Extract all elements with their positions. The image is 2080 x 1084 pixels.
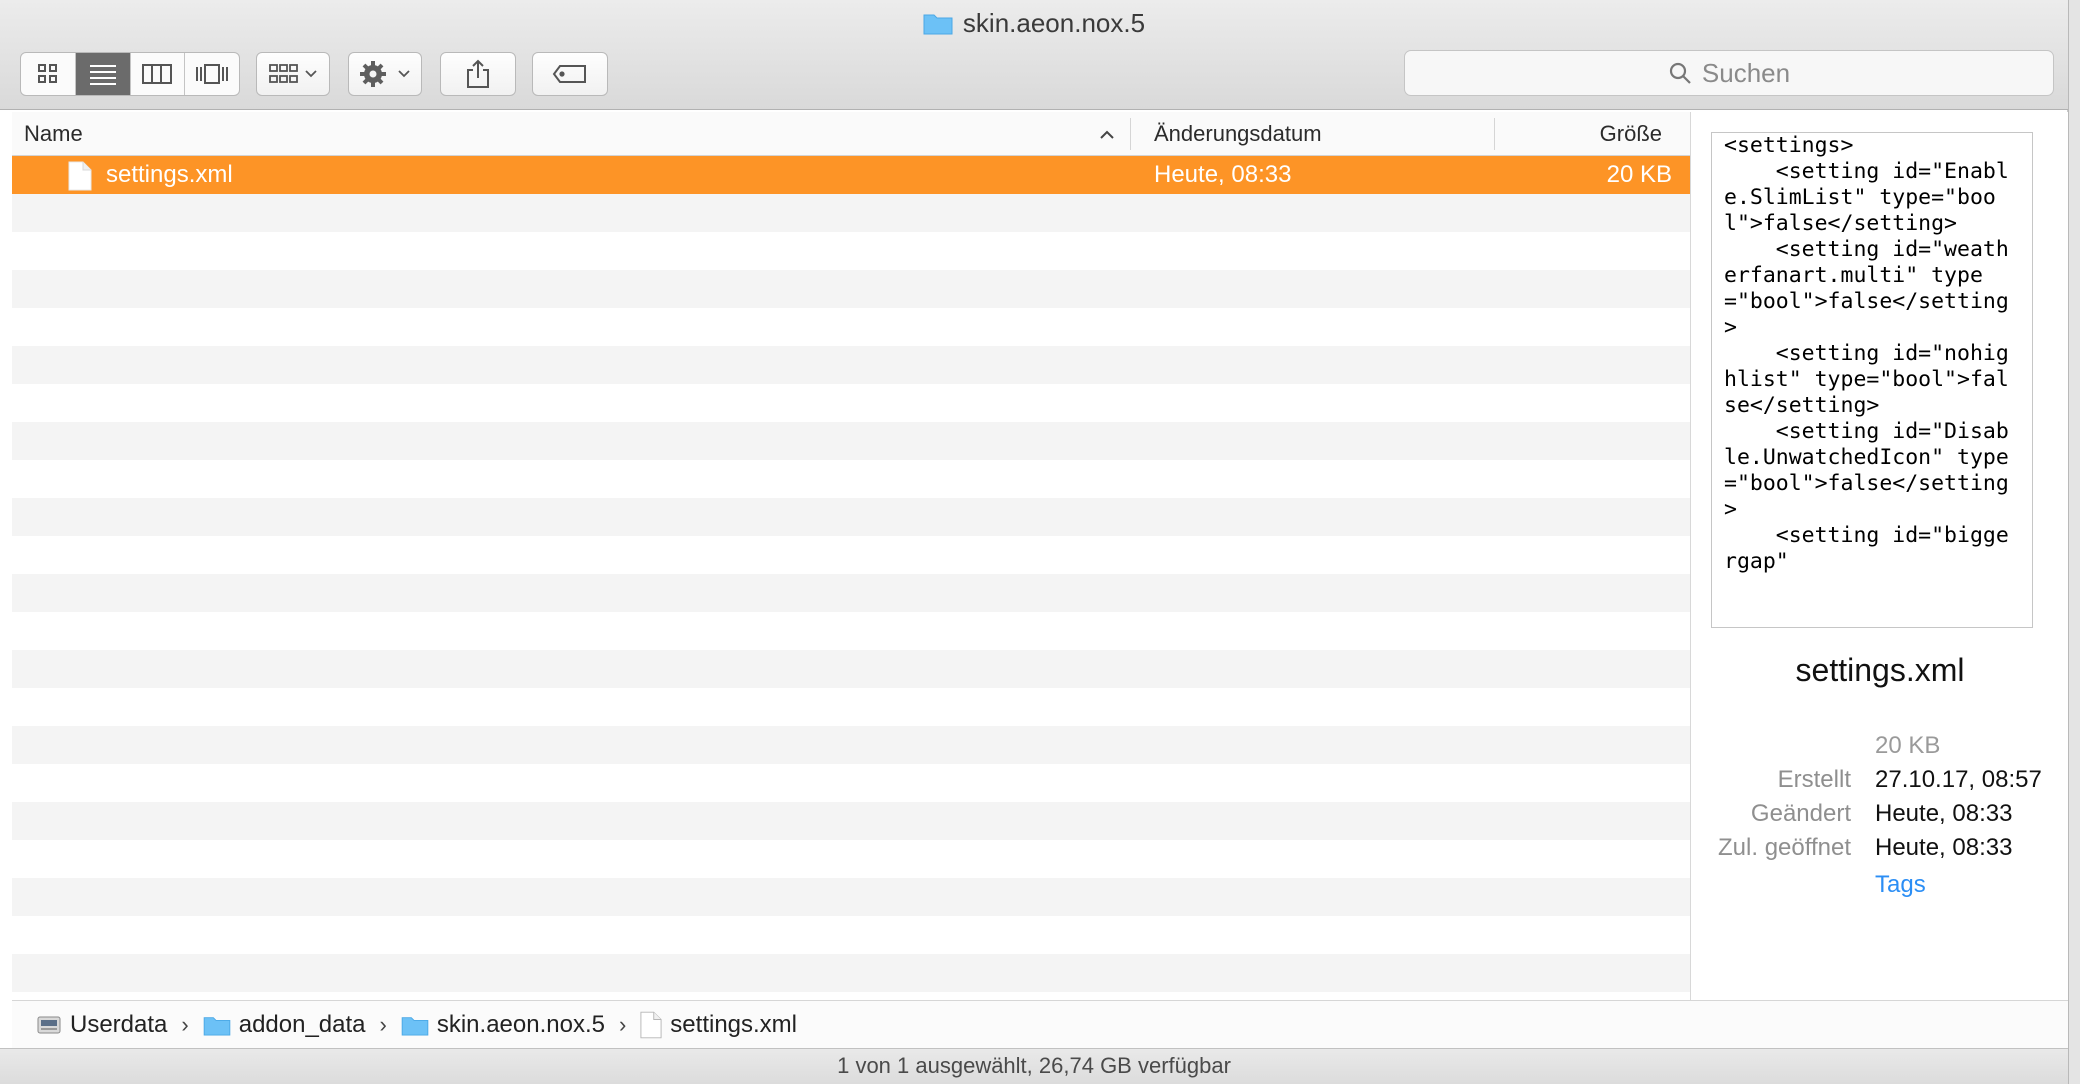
meta-created: Erstellt 27.10.17, 08:57 — [1691, 766, 2069, 800]
preview-filename: settings.xml — [1795, 652, 1965, 688]
meta-modified-label: Geändert — [1750, 800, 1851, 827]
column-header-size[interactable]: Größe — [1600, 112, 1662, 156]
window-title-text: skin.aeon.nox.5 — [962, 8, 1146, 38]
meta-opened: Zul. geöffnet Heute, 08:33 — [1691, 834, 2069, 868]
view-mode-segmented-control — [20, 52, 240, 96]
file-name: settings.xml — [106, 161, 233, 188]
empty-row — [12, 726, 1690, 764]
path-bar: Userdata › addon_data › skin.aeon.nox.5 … — [12, 1000, 2068, 1048]
path-item-skin-aeon-nox[interactable]: skin.aeon.nox.5 — [401, 1011, 605, 1039]
folder-icon — [203, 1016, 231, 1036]
hard-drive-icon — [37, 1016, 61, 1033]
empty-row — [12, 612, 1690, 650]
path-item-userdata[interactable]: Userdata — [36, 1011, 167, 1039]
preview-pane: <settings> <setting id="Enable.SlimList"… — [1690, 112, 2068, 1000]
folder-icon — [401, 1016, 429, 1036]
status-bar: 1 von 1 ausgewählt, 26,74 GB verfügbar — [0, 1048, 2068, 1084]
meta-created-label: Erstellt — [1777, 766, 1851, 793]
share-icon — [467, 59, 489, 88]
file-date: Heute, 08:33 — [1154, 161, 1292, 188]
empty-row — [12, 536, 1690, 574]
column-divider[interactable] — [1494, 118, 1495, 150]
arrange-button[interactable] — [256, 52, 330, 96]
status-text: 1 von 1 ausgewählt, 26,74 GB verfügbar — [837, 1053, 1231, 1078]
add-tags-link[interactable]: Tags hinzufügen — [1875, 868, 2035, 902]
list-header: Name Änderungsdatum Größe — [12, 112, 1690, 156]
search-placeholder: Suchen — [1701, 57, 1791, 88]
column-header-date[interactable]: Änderungsdatum — [1154, 112, 1322, 156]
meta-created-value: 27.10.17, 08:57 — [1875, 766, 2042, 793]
cover-flow-view-button[interactable] — [185, 53, 239, 95]
tags-button[interactable] — [532, 52, 608, 96]
tag-icon — [552, 65, 586, 83]
chevron-right-icon: › — [618, 1011, 627, 1037]
empty-row — [12, 422, 1690, 460]
path-item-label: skin.aeon.nox.5 — [436, 1010, 605, 1038]
path-item-label: addon_data — [238, 1010, 366, 1038]
window-edge — [2068, 0, 2080, 1084]
meta-modified: Geändert Heute, 08:33 — [1691, 800, 2069, 834]
empty-row — [12, 916, 1690, 954]
grid-icon — [37, 64, 57, 83]
empty-row — [12, 232, 1690, 270]
cover-flow-icon — [196, 64, 229, 84]
empty-row — [12, 878, 1690, 916]
column-divider[interactable] — [1130, 118, 1131, 150]
list-icon — [89, 65, 116, 85]
document-icon — [68, 161, 92, 198]
window-title: skin.aeon.nox.5 — [0, 8, 2068, 42]
empty-row — [12, 384, 1690, 422]
empty-row — [12, 194, 1690, 232]
empty-row — [12, 992, 1690, 1000]
gear-icon — [360, 61, 410, 87]
meta-opened-value: Heute, 08:33 — [1875, 834, 2013, 861]
document-icon — [640, 1011, 662, 1038]
finder-window: skin.aeon.nox.5 Suchen Name Änderungsdat… — [0, 0, 2068, 1084]
empty-row — [12, 270, 1690, 308]
meta-opened-label: Zul. geöffnet — [1718, 834, 1851, 861]
path-item-label: settings.xml — [670, 1010, 797, 1038]
folder-icon — [923, 11, 953, 42]
empty-row — [12, 688, 1690, 726]
path-item-addon-data[interactable]: addon_data — [203, 1011, 366, 1039]
empty-row — [12, 954, 1690, 992]
action-menu-button[interactable] — [348, 52, 422, 96]
column-header-name[interactable]: Name — [24, 112, 83, 156]
empty-row — [12, 764, 1690, 802]
sort-ascending-icon — [1098, 112, 1116, 156]
empty-row — [12, 346, 1690, 384]
list-rows: settings.xml Heute, 08:33 20 KB — [12, 156, 1690, 1000]
empty-row — [12, 574, 1690, 612]
chevron-right-icon: › — [379, 1011, 387, 1037]
meta-modified-value: Heute, 08:33 — [1875, 800, 2013, 827]
path-item-settings-xml[interactable]: settings.xml — [640, 1011, 797, 1039]
file-list: Name Änderungsdatum Größe settings.xml H… — [12, 112, 1690, 1000]
meta-size: 20 KB — [1691, 732, 2069, 766]
search-icon — [1669, 62, 1691, 84]
empty-row — [12, 840, 1690, 878]
arrange-grid-icon — [269, 64, 317, 83]
toolbar: skin.aeon.nox.5 Suchen — [0, 0, 2068, 110]
column-view-button[interactable] — [131, 53, 186, 95]
empty-row — [12, 308, 1690, 346]
file-row-settings-xml[interactable]: settings.xml Heute, 08:33 20 KB — [12, 156, 1690, 194]
share-button[interactable] — [440, 52, 516, 96]
list-view-button[interactable] — [75, 53, 131, 95]
empty-row — [12, 460, 1690, 498]
columns-icon — [142, 64, 173, 84]
icon-view-button[interactable] — [21, 53, 76, 95]
file-content-preview: <settings> <setting id="Enable.SlimList"… — [1711, 132, 2033, 628]
file-size: 20 KB — [1606, 161, 1672, 188]
meta-tags: Tags hinzufügen — [1691, 868, 2069, 902]
path-item-label: Userdata — [70, 1010, 168, 1038]
empty-row — [12, 650, 1690, 688]
search-field[interactable]: Suchen — [1404, 50, 2054, 96]
chevron-right-icon: › — [181, 1011, 189, 1037]
empty-row — [12, 498, 1690, 536]
empty-row — [12, 802, 1690, 840]
meta-size-value: 20 KB — [1875, 732, 1941, 759]
